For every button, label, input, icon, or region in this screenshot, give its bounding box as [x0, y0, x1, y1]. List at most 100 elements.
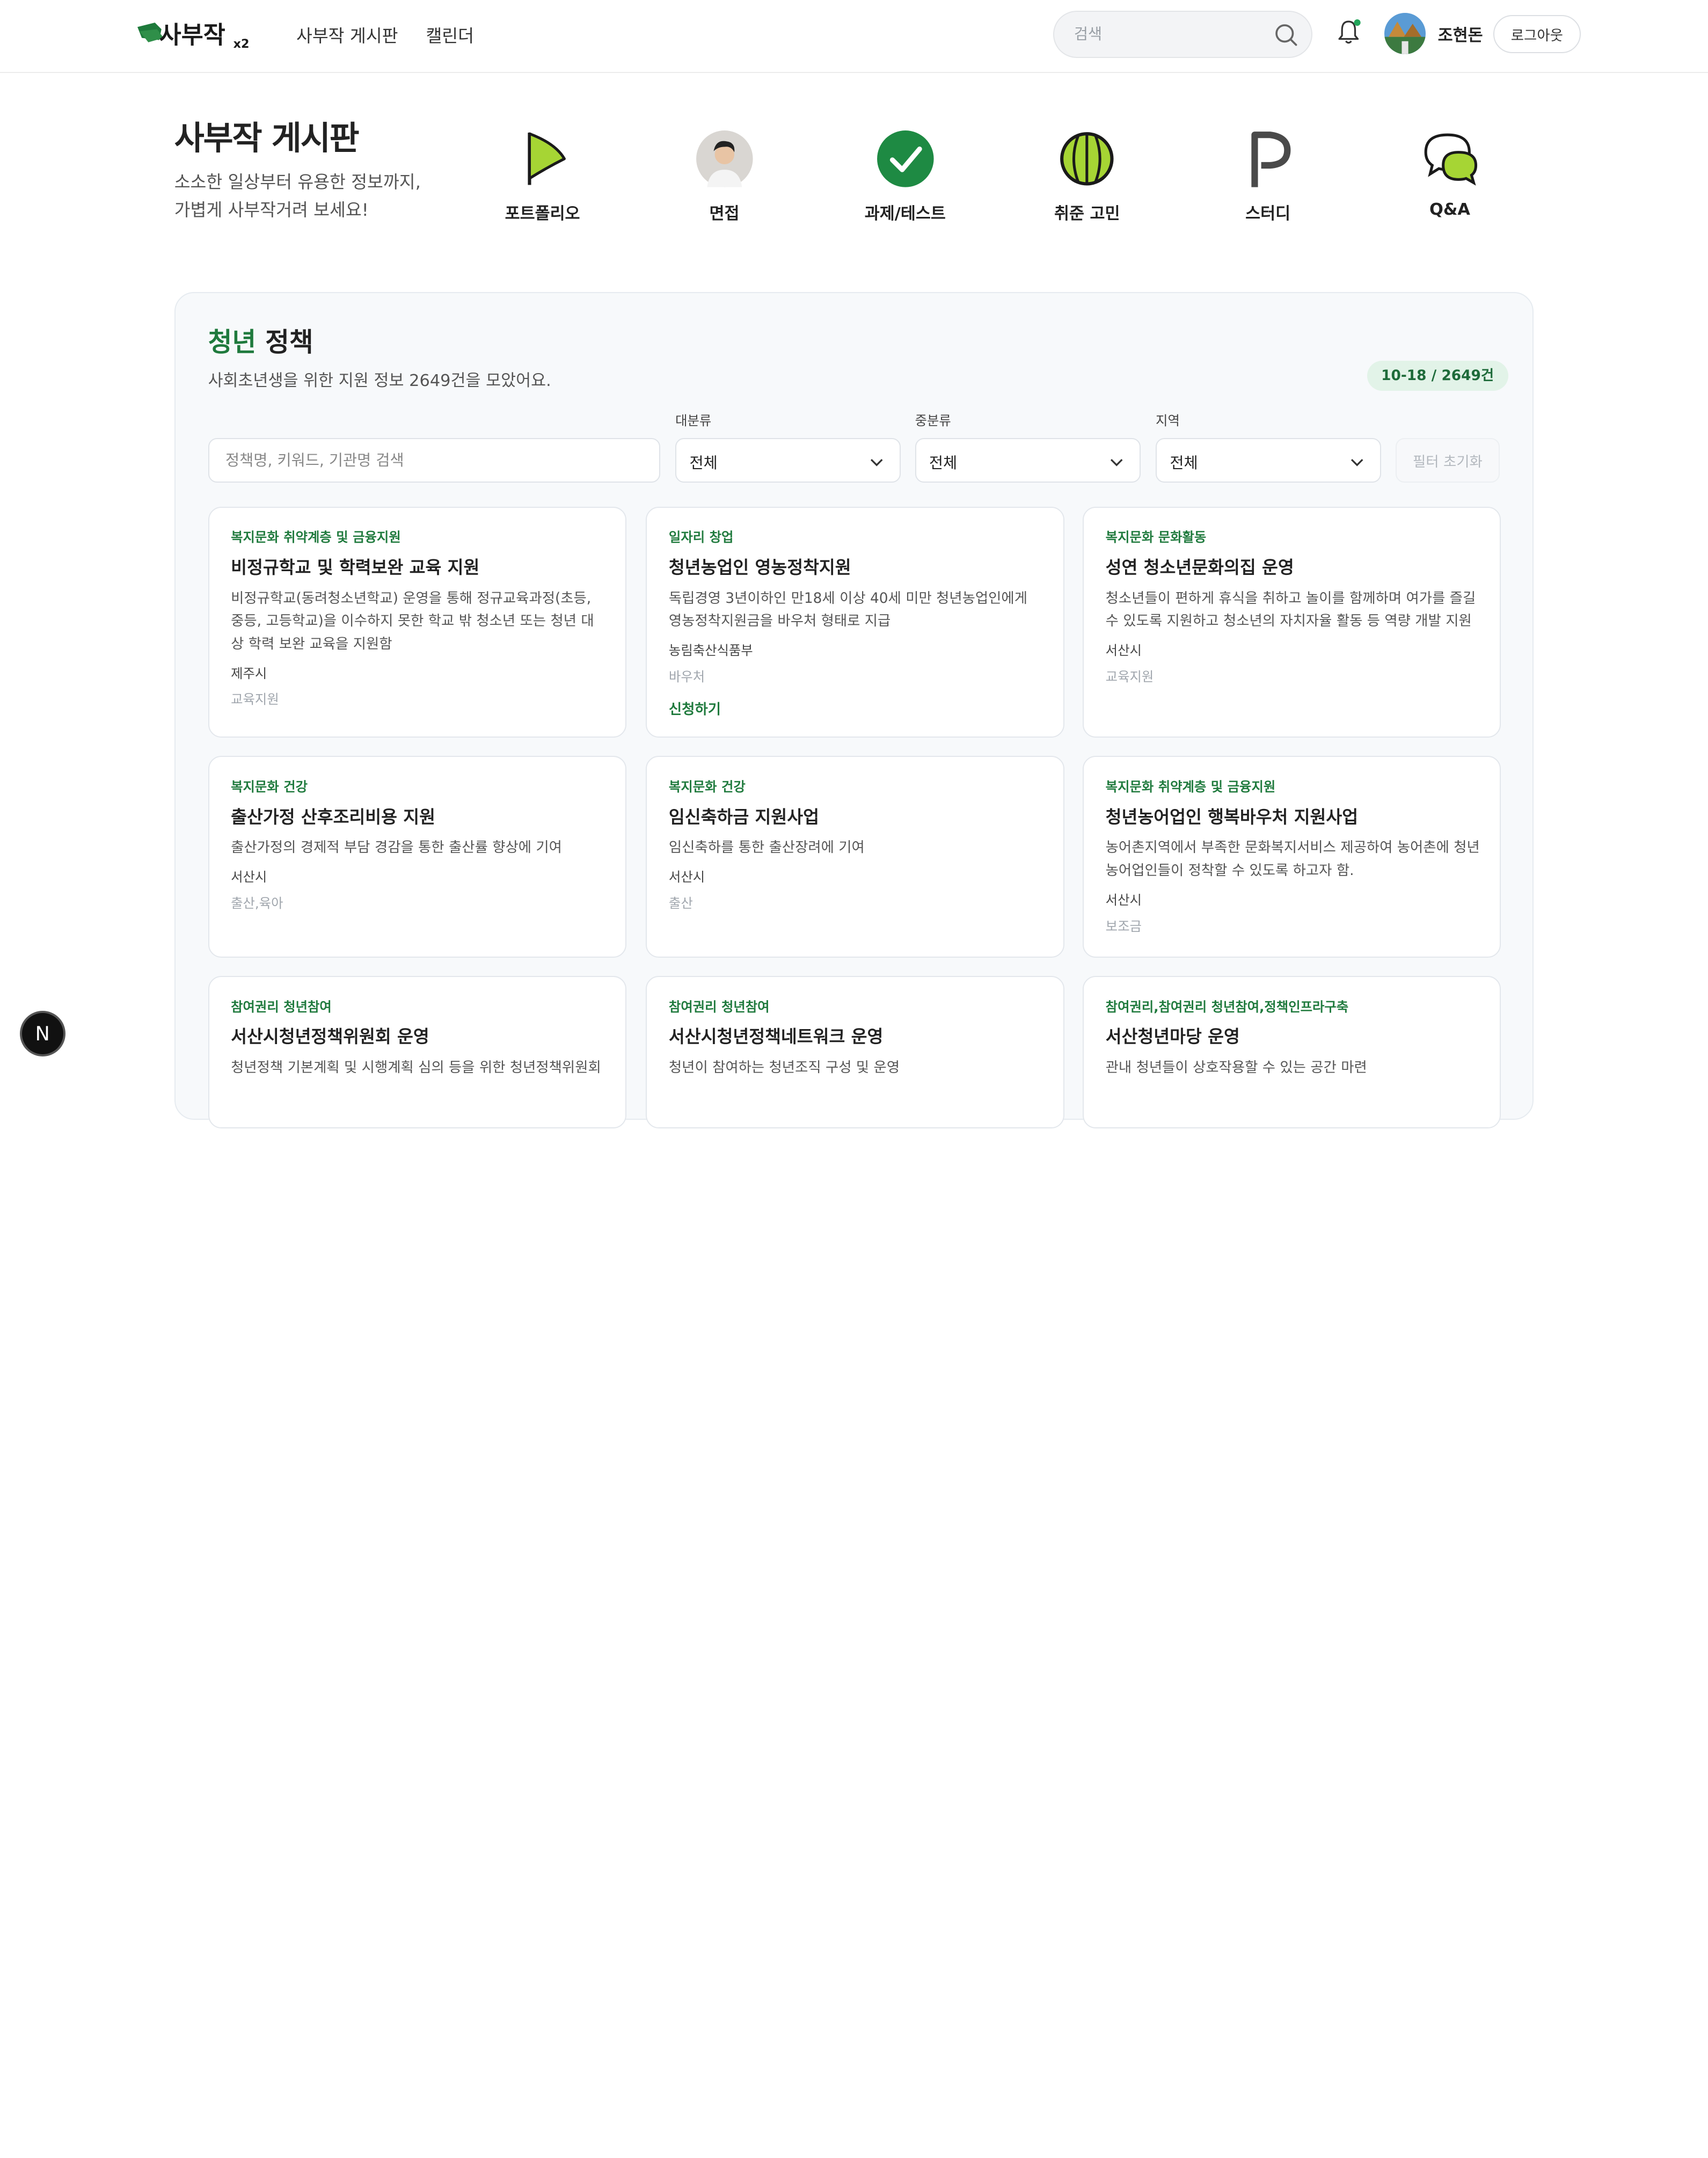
card-region: 서산시: [231, 869, 267, 885]
interview-avatar-icon: [696, 130, 753, 188]
policy-card[interactable]: 복지문화 건강 임신축하금 지원사업 임신축하를 통한 출산장려에 기여 서산시…: [646, 756, 1064, 958]
policy-card[interactable]: 참여권리 청년참여 서산시청년정책네트워크 운영 청년이 참여하는 청년조직 구…: [646, 976, 1064, 1129]
policy-title-accent: 청년: [208, 327, 257, 358]
chat-bubbles-icon: [1424, 134, 1478, 186]
select-value: 전체: [929, 454, 958, 472]
card-tag: 보조금: [1105, 918, 1142, 934]
card-title: 출산가정 산후조리비용 지원: [231, 806, 436, 827]
card-category: 참여권리,참여권리 청년참여,정책인프라구축: [1105, 998, 1349, 1015]
apply-link[interactable]: 신청하기: [669, 697, 721, 718]
header-search-input[interactable]: [1074, 12, 1271, 57]
page-title: 사부작 게시판: [174, 119, 360, 157]
card-description: 청년이 참여하는 청년조직 구성 및 운영: [668, 1060, 900, 1076]
svg-text:x2: x2: [233, 37, 249, 51]
card-region: 서산시: [668, 869, 705, 885]
card-description: 임신축하를 통한 출산장려에 기여: [668, 840, 865, 856]
region-label: 지역: [1156, 413, 1180, 428]
category-qna[interactable]: Q&A: [1384, 128, 1515, 219]
policy-card[interactable]: 일자리 창업 청년농업인 영농정착지원 독립경영 3년이하인 만18세 이상 4…: [646, 506, 1064, 738]
card-tag: 출산: [668, 895, 693, 911]
card-description: 출산가정의 경제적 부담 경감을 통한 출산률 향상에 기여: [231, 840, 562, 856]
card-category: 참여권리 청년참여: [231, 998, 332, 1015]
card-description: 비정규학교(동려청소년학교) 운영을 통해 정규교육과정(초등, 중등, 고등학…: [231, 590, 594, 652]
major-category-label: 대분류: [675, 413, 712, 428]
policy-card[interactable]: 참여권리,참여권리 청년참여,정책인프라구축 서산청년마당 운영 관내 청년들이…: [1083, 976, 1501, 1129]
tennis-ball-icon: [1060, 132, 1114, 186]
middle-category-label: 중분류: [915, 413, 951, 428]
policy-card[interactable]: 복지문화 취약계층 및 금융지원 비정규학교 및 학력보완 교육 지원 비정규학…: [208, 506, 626, 738]
card-description: 관내 청년들이 상호작용할 수 있는 공간 마련: [1105, 1060, 1367, 1076]
card-tag: 교육지원: [231, 691, 279, 708]
check-circle-icon: [877, 130, 934, 188]
policy-card[interactable]: 참여권리 청년참여 서산시청년정책위원회 운영 청년정책 기본계획 및 시행계획…: [208, 976, 626, 1129]
study-p-icon: [1251, 132, 1291, 188]
page-description-line1: 소소한 일상부터 유용한 정보까지,: [174, 171, 421, 192]
policy-card[interactable]: 복지문화 건강 출산가정 산후조리비용 지원 출산가정의 경제적 부담 경감을 …: [208, 756, 626, 958]
flag-icon: [528, 133, 566, 185]
card-tag: 바우처: [668, 668, 705, 684]
card-category: 복지문화 취약계층 및 금융지원: [231, 529, 401, 545]
search-icon[interactable]: [1274, 23, 1298, 47]
card-title: 청년농업인 영농정착지원: [668, 557, 851, 578]
dev-tools-badge[interactable]: N: [19, 1011, 65, 1057]
card-category: 복지문화 건강: [231, 778, 308, 794]
card-category: 복지문화 건강: [668, 778, 746, 794]
card-tag: 교육지원: [1105, 668, 1154, 684]
policy-card[interactable]: 복지문화 문화활동 성연 청소년문화의집 운영 청소년들이 편하게 휴식을 취하…: [1083, 506, 1501, 738]
category-job-worry[interactable]: 취준 고민: [1021, 128, 1152, 224]
middle-category-select[interactable]: 전체: [915, 438, 1141, 483]
card-category: 참여권리 청년참여: [668, 998, 770, 1015]
card-region: 서산시: [1105, 643, 1142, 659]
username: 조현돈: [1437, 26, 1483, 45]
nav-board[interactable]: 사부작 게시판: [296, 22, 398, 47]
header-search[interactable]: [1053, 11, 1313, 58]
chevron-down-icon: [1110, 459, 1123, 466]
nav-calendar[interactable]: 캘린더: [426, 22, 474, 47]
card-description: 농어촌지역에서 부족한 문화복지서비스 제공하여 농어촌에 청년농어업인들이 정…: [1105, 840, 1480, 879]
card-description: 청년정책 기본계획 및 시행계획 심의 등을 위한 청년정책위원회: [231, 1060, 601, 1076]
region-select[interactable]: 전체: [1156, 438, 1382, 483]
policy-title: 청년 정책: [208, 322, 313, 359]
card-region: 서산시: [1105, 892, 1142, 908]
policy-search-field[interactable]: [208, 438, 660, 483]
select-value: 전체: [689, 454, 718, 472]
category-label: 과제/테스트: [864, 205, 946, 224]
notification-bell-icon[interactable]: [1335, 18, 1362, 47]
category-interview[interactable]: 면접: [659, 128, 790, 224]
card-category: 복지문화 문화활동: [1105, 529, 1207, 545]
card-title: 서산청년마당 운영: [1105, 1026, 1240, 1047]
category-label: 스터디: [1245, 205, 1291, 224]
policy-search-input[interactable]: [225, 439, 640, 482]
card-tag: 출산,육아: [231, 895, 283, 911]
card-title: 비정규학교 및 학력보완 교육 지원: [231, 557, 480, 578]
page-description: 소소한 일상부터 유용한 정보까지, 가볍게 사부작거려 보세요!: [174, 168, 421, 225]
reset-filter-button[interactable]: 필터 초기화: [1395, 438, 1500, 483]
top-header: 사부작 x2 사부작 게시판 캘린더 조현돈 로그아웃: [0, 0, 1708, 73]
card-category: 복지문화 취약계층 및 금융지원: [1105, 778, 1276, 794]
policy-description: 사회초년생을 위한 지원 정보 2649건을 모았어요.: [208, 371, 551, 390]
card-description: 독립경영 3년이하인 만18세 이상 40세 미만 청년농업인에게 영농정착지원…: [668, 590, 1027, 630]
card-region: 농림축산식품부: [668, 643, 753, 659]
card-region: 제주시: [231, 665, 267, 681]
category-portfolio[interactable]: 포트폴리오: [477, 128, 608, 224]
page-description-line2: 가볍게 사부작거려 보세요!: [174, 200, 369, 221]
policy-title-rest: 정책: [256, 327, 313, 358]
youth-policy-panel: 청년 정책 사회초년생을 위한 지원 정보 2649건을 모았어요. 10-18…: [174, 291, 1534, 1129]
card-title: 서산시청년정책네트워크 운영: [668, 1026, 884, 1047]
card-description: 청소년들이 편하게 휴식을 취하고 놀이를 함께하며 여가를 즐길 수 있도록 …: [1105, 590, 1476, 630]
select-value: 전체: [1170, 454, 1198, 472]
avatar[interactable]: [1384, 13, 1426, 55]
card-title: 임신축하금 지원사업: [668, 806, 819, 827]
category-assignment[interactable]: 과제/테스트: [840, 128, 971, 224]
svg-text:사부작: 사부작: [159, 21, 225, 49]
logo[interactable]: 사부작 x2: [135, 16, 255, 53]
chevron-down-icon: [871, 459, 883, 466]
policy-card[interactable]: 복지문화 취약계층 및 금융지원 청년농어업인 행복바우처 지원사업 농어촌지역…: [1083, 756, 1501, 958]
category-label: Q&A: [1429, 200, 1470, 220]
card-title: 서산시청년정책위원회 운영: [231, 1026, 429, 1047]
major-category-select[interactable]: 전체: [675, 438, 901, 483]
card-title: 성연 청소년문화의집 운영: [1105, 557, 1294, 578]
logout-button[interactable]: 로그아웃: [1493, 15, 1581, 54]
category-study[interactable]: 스터디: [1202, 128, 1333, 224]
card-title: 청년농어업인 행복바우처 지원사업: [1105, 806, 1359, 827]
